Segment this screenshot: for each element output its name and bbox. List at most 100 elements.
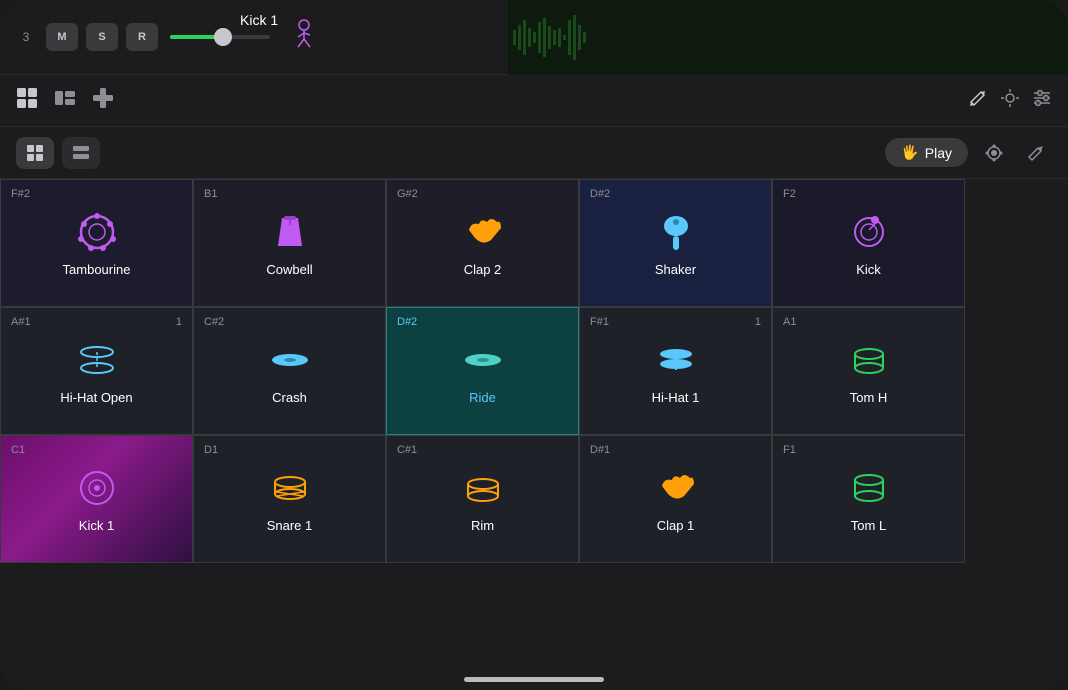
- pad-clap2[interactable]: G#2 Clap 2: [386, 179, 579, 307]
- device-frame: 3 M S R Kick 1: [0, 0, 1068, 690]
- toolbar2-right: 🖐 Play: [885, 137, 1052, 169]
- pad-note-ride: D#2: [397, 316, 417, 328]
- slider-thumb[interactable]: [214, 28, 232, 46]
- cowbell-icon: [268, 210, 312, 254]
- solo-button[interactable]: S: [86, 23, 118, 51]
- pad-note-kick-right: F2: [783, 188, 796, 200]
- pad-kick1[interactable]: C1 Kick 1: [0, 435, 193, 563]
- tom-lo-icon: [847, 466, 891, 510]
- drum-header-icon: [286, 17, 322, 58]
- pad-label-shaker: Shaker: [655, 262, 696, 277]
- slider-track: [170, 35, 270, 39]
- edit-tool-icon: [1026, 143, 1046, 163]
- pad-note-hihat1: F#1: [590, 316, 609, 328]
- mute-button[interactable]: M: [46, 23, 78, 51]
- pad-number-hihat1: 1: [755, 316, 761, 328]
- pad-label-clap2: Clap 2: [464, 262, 502, 277]
- pad-tom-hi[interactable]: A1 Tom H: [772, 307, 965, 435]
- pad-label-tom-hi: Tom H: [850, 390, 888, 405]
- hihat1-icon: [654, 338, 698, 382]
- record-button[interactable]: R: [126, 23, 158, 51]
- pad-note-kick1: C1: [11, 444, 25, 456]
- pad-tom-lo[interactable]: F1 Tom L: [772, 435, 965, 563]
- pad-crash[interactable]: C#2 Crash: [193, 307, 386, 435]
- pad-hihat-open[interactable]: A#1 1 Hi-Hat Open: [0, 307, 193, 435]
- crash-icon: [268, 338, 312, 382]
- shaker-icon: [654, 210, 698, 254]
- pad-note-tom-lo: F1: [783, 444, 796, 456]
- info-icon[interactable]: [92, 87, 114, 114]
- kick-right-icon: [847, 210, 891, 254]
- ride-icon: [461, 338, 505, 382]
- drummer-icon: [286, 17, 322, 53]
- pad-note-crash: C#2: [204, 316, 224, 328]
- pad-shaker[interactable]: D#2 Shaker: [579, 179, 772, 307]
- pad-hihat1[interactable]: F#1 1 Hi-Hat 1: [579, 307, 772, 435]
- pad-label-kick1: Kick 1: [79, 518, 114, 533]
- pad-note-hihat-open: A#1: [11, 316, 31, 328]
- rim-icon: [461, 466, 505, 510]
- pad-clap1[interactable]: D#1 Clap 1: [579, 435, 772, 563]
- header-bar: 3 M S R Kick 1: [0, 0, 1068, 75]
- grid-cell-3: [27, 154, 34, 161]
- toolbar-left: [16, 87, 114, 114]
- play-button[interactable]: 🖐 Play: [885, 138, 968, 167]
- toolbar-2: 🖐 Play: [0, 127, 1068, 179]
- grid-view-button[interactable]: [16, 137, 54, 169]
- dot-tool-icon: [984, 143, 1004, 163]
- pad-label-crash: Crash: [272, 390, 307, 405]
- pad-kick-right[interactable]: F2 Kick: [772, 179, 965, 307]
- segment-icon: [72, 144, 90, 162]
- pad-note-snare1: D1: [204, 444, 218, 456]
- hand-icon: 🖐: [901, 144, 918, 161]
- sliders-icon[interactable]: [1032, 88, 1052, 113]
- play-label: Play: [925, 145, 952, 161]
- pad-number-hihat-open: 1: [176, 316, 182, 328]
- clap2-icon: [461, 210, 505, 254]
- pad-grid: F#2 Tambourine B1: [0, 179, 1068, 690]
- toolbar-1: [0, 75, 1068, 127]
- clap1-icon: [654, 466, 698, 510]
- pad-rim[interactable]: C#1 Rim: [386, 435, 579, 563]
- tambourine-icon: [75, 210, 119, 254]
- segment-view-button[interactable]: [62, 137, 100, 169]
- pencil-icon[interactable]: [968, 88, 988, 113]
- grid-view-icon[interactable]: [16, 87, 38, 114]
- hihat-open-icon: [75, 338, 119, 382]
- toolbar-right: [968, 88, 1052, 113]
- pad-label-rim: Rim: [471, 518, 494, 533]
- track-controls: M S R: [46, 23, 158, 51]
- pad-note-tom-hi: A1: [783, 316, 796, 328]
- grid-cell-1: [27, 145, 34, 152]
- pad-label-clap1: Clap 1: [657, 518, 695, 533]
- edit-tool-button[interactable]: [1020, 137, 1052, 169]
- pad-snare1[interactable]: D1 Snare 1: [193, 435, 386, 563]
- pad-tambourine[interactable]: F#2 Tambourine: [0, 179, 193, 307]
- volume-slider[interactable]: [170, 35, 270, 39]
- grid-cell-2: [36, 145, 43, 152]
- tom-hi-icon: [847, 338, 891, 382]
- grid-cell-4: [36, 154, 43, 161]
- grid-icon: [27, 145, 43, 161]
- pad-label-tom-lo: Tom L: [851, 518, 886, 533]
- pad-label-ride: Ride: [469, 390, 496, 405]
- pad-note-shaker: D#2: [590, 188, 610, 200]
- pad-note-tambourine: F#2: [11, 188, 30, 200]
- pad-label-tambourine: Tambourine: [63, 262, 131, 277]
- scroll-indicator: [464, 677, 604, 682]
- dot-tool-button[interactable]: [978, 137, 1010, 169]
- pad-label-hihat-open: Hi-Hat Open: [60, 390, 132, 405]
- pad-note-cowbell: B1: [204, 188, 217, 200]
- layout-icon[interactable]: [54, 87, 76, 114]
- pad-cowbell[interactable]: B1 Cowbell: [193, 179, 386, 307]
- bottom-bar: [0, 650, 1068, 690]
- snare1-icon: [268, 466, 312, 510]
- track-title: Kick 1: [240, 12, 278, 28]
- pad-label-hihat1: Hi-Hat 1: [652, 390, 700, 405]
- main-content: F#2 Tambourine B1: [0, 179, 1068, 690]
- waveform-svg: [508, 0, 1068, 75]
- pad-ride[interactable]: D#2 Ride: [386, 307, 579, 435]
- pad-label-kick-right: Kick: [856, 262, 881, 277]
- pad-label-snare1: Snare 1: [267, 518, 313, 533]
- brightness-icon[interactable]: [1000, 88, 1020, 113]
